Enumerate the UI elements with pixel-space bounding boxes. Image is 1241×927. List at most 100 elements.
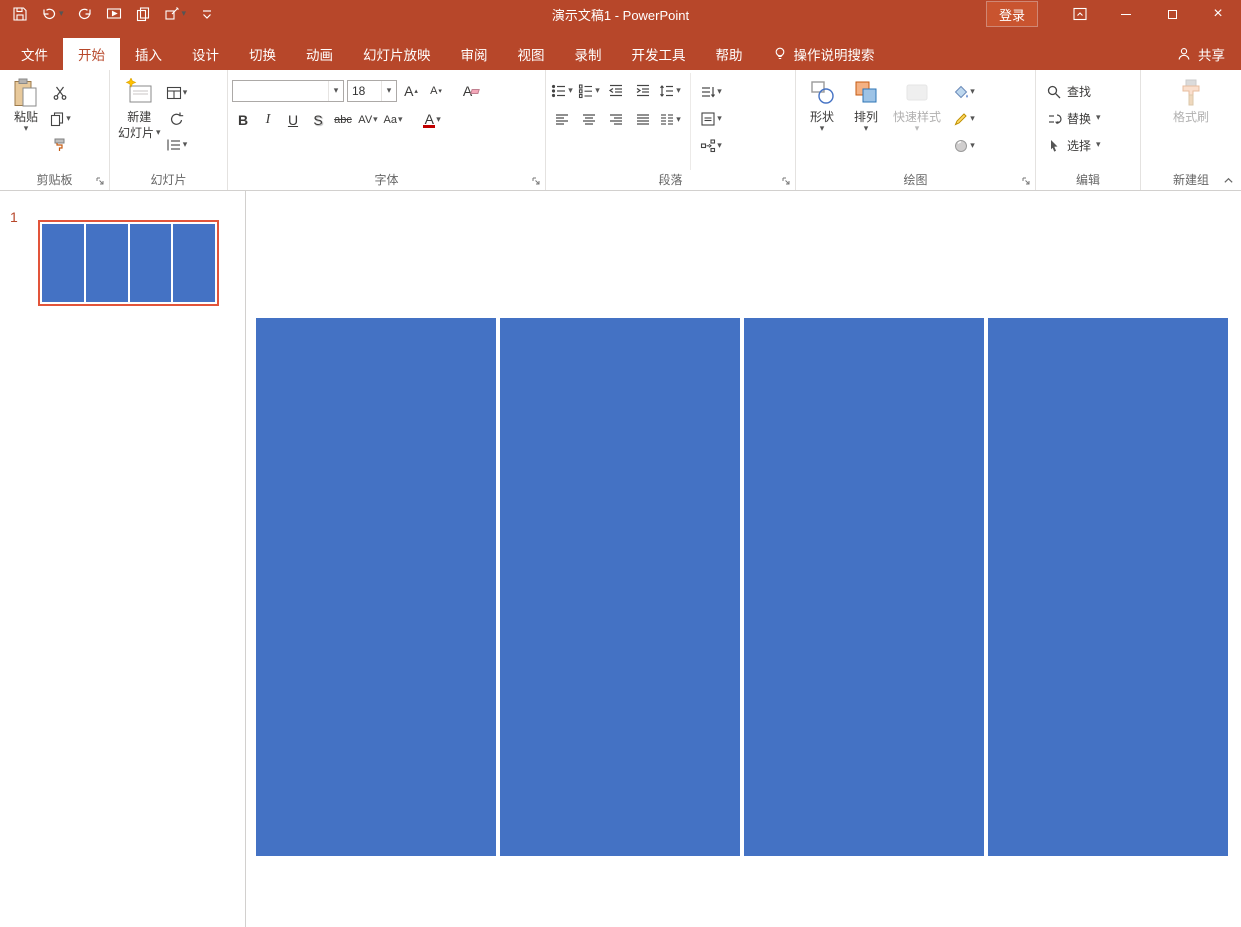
dropdown-caret-icon <box>398 117 403 124</box>
font-dialog-launcher[interactable] <box>529 174 542 187</box>
text-direction-button[interactable] <box>699 81 723 103</box>
shrink-font-button[interactable]: A <box>425 80 447 102</box>
align-right-button[interactable] <box>604 109 628 131</box>
reset-slide-button[interactable] <box>165 108 189 130</box>
slide-column-shape[interactable] <box>744 318 984 856</box>
copy-icon <box>136 7 149 22</box>
start-slideshow-button[interactable] <box>106 6 122 22</box>
paragraph-dialog-launcher[interactable] <box>779 174 792 187</box>
redo-icon <box>78 8 91 20</box>
font-name-dropdown-arrow[interactable] <box>328 81 343 101</box>
paste-button[interactable]: 粘贴 <box>4 73 48 170</box>
slide-column-shape[interactable] <box>256 318 496 856</box>
new-slide-button[interactable]: 新建 幻灯片 <box>114 73 165 170</box>
text-shadow-button[interactable]: S <box>307 109 329 131</box>
format-painter-button[interactable] <box>48 134 72 156</box>
slide-thumbnail[interactable] <box>38 220 219 306</box>
share-button[interactable]: 共享 <box>1176 38 1225 70</box>
select-button[interactable]: 选择 <box>1040 133 1136 158</box>
change-case-letters: Aa <box>383 114 397 126</box>
tab-record[interactable]: 录制 <box>560 38 617 70</box>
close-button[interactable] <box>1195 0 1241 28</box>
clear-formatting-button[interactable]: A <box>460 80 482 102</box>
redo-button[interactable] <box>77 6 93 22</box>
undo-button[interactable] <box>41 6 64 22</box>
change-case-button[interactable]: Aa <box>382 109 404 131</box>
tab-review[interactable]: 审阅 <box>446 38 503 70</box>
tab-home[interactable]: 开始 <box>63 38 120 70</box>
ribbon-display-options-button[interactable] <box>1057 0 1103 28</box>
italic-button[interactable]: I <box>257 109 279 131</box>
slide-column-shape <box>173 224 215 302</box>
underline-button[interactable]: U <box>282 109 304 131</box>
line-spacing-button[interactable] <box>658 80 682 102</box>
customize-qat-button[interactable] <box>199 6 215 22</box>
shapes-button[interactable]: 形状 <box>800 73 844 170</box>
convert-to-smartart-button[interactable] <box>699 135 723 157</box>
tab-slideshow[interactable]: 幻灯片放映 <box>348 38 446 70</box>
tell-me-search[interactable]: 操作说明搜索 <box>772 38 875 70</box>
tab-insert[interactable]: 插入 <box>120 38 177 70</box>
slide-column-shape[interactable] <box>500 318 740 856</box>
dropdown-caret-icon <box>717 116 722 123</box>
format-painter-big-button[interactable]: 格式刷 <box>1169 73 1213 170</box>
section-button[interactable] <box>165 134 189 156</box>
decrease-indent-button[interactable] <box>604 80 628 102</box>
tab-transitions[interactable]: 切换 <box>234 38 291 70</box>
font-size-combo[interactable]: 18 <box>347 80 397 102</box>
grow-font-button[interactable]: A <box>400 80 422 102</box>
numbering-button[interactable] <box>577 80 601 102</box>
save-button[interactable] <box>12 6 28 22</box>
group-editing: 查找 替换 选择 编辑 <box>1036 70 1141 190</box>
paste-icon <box>14 78 37 107</box>
slide-layout-button[interactable] <box>165 82 189 104</box>
grow-font-letter: A <box>404 83 414 99</box>
font-color-button[interactable]: A <box>421 109 443 131</box>
sign-in-button[interactable]: 登录 <box>985 1 1039 27</box>
draw-shape-button[interactable] <box>164 6 187 22</box>
strikethrough-button[interactable]: abc <box>332 109 354 131</box>
replace-button[interactable]: 替换 <box>1040 106 1136 131</box>
bullets-button[interactable] <box>550 80 574 102</box>
shape-fill-button[interactable] <box>952 81 976 103</box>
drawing-dialog-launcher[interactable] <box>1019 174 1032 187</box>
increase-indent-button[interactable] <box>631 80 655 102</box>
font-name-combo[interactable] <box>232 80 344 102</box>
dropdown-caret-icon <box>717 89 722 96</box>
dropdown-caret-icon <box>568 88 573 95</box>
align-text-button[interactable] <box>699 108 723 130</box>
shape-effects-button[interactable] <box>952 135 976 157</box>
clipboard-dialog-launcher[interactable] <box>93 174 106 187</box>
tab-view[interactable]: 视图 <box>503 38 560 70</box>
slide-column-shape[interactable] <box>988 318 1228 856</box>
copy-button-qat[interactable] <box>135 6 151 22</box>
tab-file[interactable]: 文件 <box>6 38 63 70</box>
columns-button[interactable] <box>658 109 682 131</box>
tab-help[interactable]: 帮助 <box>701 38 758 70</box>
dropdown-caret-icon <box>1096 115 1101 122</box>
shape-outline-button[interactable] <box>952 108 976 130</box>
font-size-dropdown-arrow[interactable] <box>381 81 396 101</box>
tab-design[interactable]: 设计 <box>177 38 234 70</box>
character-spacing-button[interactable]: AV <box>357 109 379 131</box>
align-left-button[interactable] <box>550 109 574 131</box>
quick-styles-button[interactable]: 快速样式 <box>888 73 946 170</box>
bold-button[interactable]: B <box>232 109 254 131</box>
find-button[interactable]: 查找 <box>1040 79 1136 104</box>
maximize-button[interactable] <box>1149 0 1195 28</box>
dropdown-caret-icon <box>183 142 188 149</box>
dropdown-caret-icon <box>970 89 975 96</box>
shapes-label: 形状 <box>809 110 834 124</box>
tab-developer[interactable]: 开发工具 <box>617 38 701 70</box>
dropdown-caret-icon <box>24 126 29 133</box>
minimize-button[interactable] <box>1103 0 1149 28</box>
select-icon <box>1051 139 1058 152</box>
slide-canvas[interactable] <box>247 191 1241 927</box>
arrange-button[interactable]: 排列 <box>844 73 888 170</box>
justify-button[interactable] <box>631 109 655 131</box>
cut-button[interactable] <box>48 82 72 104</box>
align-center-button[interactable] <box>577 109 601 131</box>
collapse-ribbon-button[interactable] <box>1220 173 1236 187</box>
tab-animations[interactable]: 动画 <box>291 38 348 70</box>
copy-button[interactable] <box>48 108 72 130</box>
